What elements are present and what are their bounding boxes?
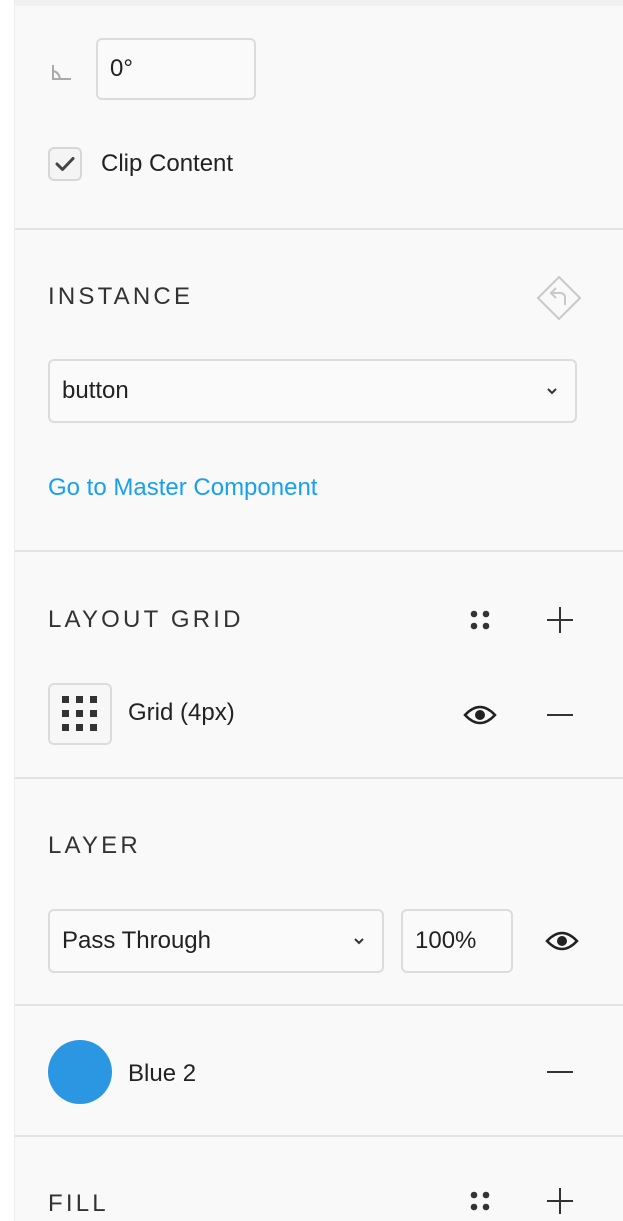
section-divider [15, 228, 623, 230]
opacity-value: 100% [415, 927, 477, 954]
clip-content-checkbox[interactable] [48, 147, 82, 181]
fill-section-title: FILL [48, 1190, 109, 1217]
color-swatch[interactable] [48, 1040, 112, 1104]
section-divider [15, 1135, 623, 1137]
layout-grid-section-title: LAYOUT GRID [48, 606, 244, 633]
rotation-input[interactable]: 0° [96, 38, 256, 100]
check-icon [55, 157, 75, 171]
section-divider [15, 777, 623, 779]
rotation-icon [51, 63, 73, 81]
clip-content-label: Clip Content [101, 150, 234, 177]
layer-section-title: LAYER [48, 832, 141, 859]
properties-panel: 0° Clip Content INSTANCE button Go to Ma… [14, 0, 623, 1221]
add-fill-icon[interactable] [540, 1181, 580, 1221]
chevron-down-icon [354, 938, 364, 945]
remove-layout-grid-icon[interactable] [540, 695, 580, 735]
section-divider [15, 1004, 623, 1006]
opacity-input[interactable]: 100% [401, 909, 513, 973]
go-to-master-component-link[interactable]: Go to Master Component [48, 474, 317, 502]
grid-settings-button[interactable] [48, 683, 112, 745]
blend-mode-select[interactable]: Pass Through [48, 909, 384, 973]
grid-icon [62, 696, 97, 731]
panel-top-edge [15, 0, 623, 6]
add-layout-grid-icon[interactable] [540, 600, 580, 640]
detach-instance-icon[interactable] [535, 274, 583, 322]
canvas-edge [0, 0, 14, 1221]
grid-styles-icon[interactable] [460, 600, 500, 640]
style-name: Blue 2 [128, 1060, 197, 1087]
component-select-value: button [62, 377, 129, 404]
instance-section-title: INSTANCE [48, 283, 194, 310]
remove-style-icon[interactable] [540, 1052, 580, 1092]
component-select[interactable]: button [48, 359, 577, 423]
section-divider [15, 550, 623, 552]
eye-icon[interactable] [540, 921, 584, 961]
eye-icon[interactable] [458, 695, 502, 735]
fill-styles-icon[interactable] [460, 1181, 500, 1221]
chevron-down-icon [547, 388, 557, 395]
rotation-value: 0° [110, 55, 133, 82]
blend-mode-value: Pass Through [62, 927, 211, 954]
layout-grid-label: Grid (4px) [128, 699, 235, 726]
